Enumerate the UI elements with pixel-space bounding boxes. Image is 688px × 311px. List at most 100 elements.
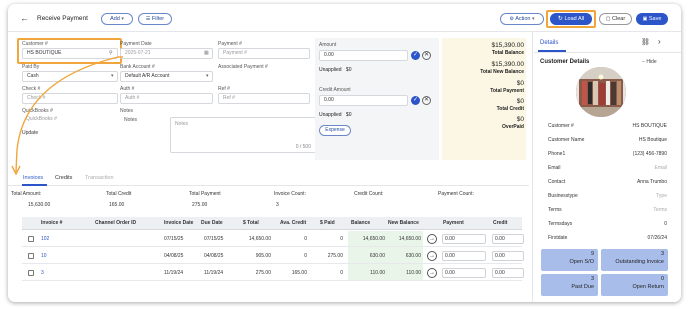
expense-button[interactable]: Expense	[319, 125, 351, 136]
add-label: Add	[110, 16, 120, 22]
tabs-bar	[8, 185, 529, 186]
summary-credit-count-label: Credit Count:	[354, 191, 384, 197]
cell-balance: 110.00	[370, 270, 385, 276]
cell-new-balance: 630.00	[405, 253, 421, 259]
hide-label: Hide	[646, 59, 657, 65]
check-label: Check #	[22, 86, 41, 92]
tab-invoices-underline	[22, 184, 47, 186]
cell-due-date: 11/19/24	[204, 270, 224, 276]
amount-input[interactable]: 0.00	[319, 50, 408, 61]
summary-invoice-count-value: 3	[276, 202, 279, 208]
unapplied-value: $0	[345, 67, 352, 73]
table-row[interactable]: 102 07/15/25 07/15/25 14,650.00 0 0 14,6…	[22, 231, 524, 247]
check-circle-icon[interactable]: ✓	[411, 51, 420, 60]
clear-icon: ▢	[605, 16, 611, 22]
chevron-right-icon[interactable]: ›	[658, 38, 661, 46]
page-title: Receive Payment	[37, 15, 88, 22]
cell-invoice[interactable]: 10	[41, 253, 47, 260]
filter-button[interactable]: ☰ Filter	[138, 13, 172, 25]
col-ava-credit: Ava. Credit	[280, 220, 307, 226]
stat-open-so[interactable]: 9 Open S/O	[541, 249, 598, 271]
update-button[interactable]: Update	[22, 130, 38, 137]
cancel-circle-icon[interactable]: ✕	[422, 96, 431, 105]
cell-invoice[interactable]: 102	[41, 236, 49, 243]
ref-label: Ref #	[218, 86, 230, 92]
auth-input[interactable]: Auth #	[120, 93, 213, 104]
quickbooks-label: QuickBooks #	[22, 108, 53, 114]
back-arrow-icon[interactable]: ←	[20, 13, 29, 23]
action-label: Action	[515, 16, 531, 22]
ref-input[interactable]: Ref #	[218, 93, 310, 104]
cell-invoice[interactable]: 3	[41, 270, 44, 277]
tab-invoices[interactable]: Invoices	[23, 175, 43, 182]
cell-paid: 0	[340, 270, 343, 276]
total-new-balance-value: $15,390.00	[491, 61, 524, 68]
stat-open-so-label: Open S/O	[569, 259, 594, 265]
credit-input[interactable]: 0.00	[492, 268, 524, 278]
action-button[interactable]: ⚙ Action ▾	[500, 13, 544, 25]
calendar-icon[interactable]: ▦	[204, 50, 209, 57]
quickbooks-input[interactable]: QuickBooks #	[22, 115, 118, 126]
auth-placeholder: Auth #	[125, 95, 140, 101]
check-placeholder: Check #	[27, 95, 46, 101]
clear-button[interactable]: ▢ Clear	[599, 13, 632, 25]
save-icon: ▣	[642, 16, 648, 22]
cell-total: 905.00	[255, 253, 271, 259]
add-button[interactable]: Add ▾	[101, 13, 133, 25]
stat-open-return[interactable]: 0 Open Return	[601, 274, 668, 296]
detail-termsdays-value: 0	[664, 221, 667, 227]
row-checkbox[interactable]	[28, 270, 34, 276]
apply-arrow-icon[interactable]: →	[427, 234, 437, 244]
associated-payment-label: Associated Payment #	[218, 64, 268, 70]
paid-by-select[interactable]: Cash	[22, 71, 118, 82]
col-due-date: Due Date	[201, 220, 223, 226]
credit-input[interactable]: 0.00	[492, 234, 524, 244]
save-button[interactable]: ▣ Save	[636, 13, 668, 25]
cell-ava-credit: 0	[304, 236, 307, 242]
payment-input[interactable]: 0.00	[442, 251, 486, 261]
row-checkbox[interactable]	[28, 236, 34, 242]
chevron-down-icon: ▾	[111, 73, 114, 79]
credit-amount-input[interactable]: 0.00	[319, 95, 408, 106]
payment-no-input[interactable]: Payment #	[218, 48, 310, 59]
search-icon[interactable]: ⚲	[109, 50, 113, 57]
notes-textarea[interactable]: Notes 0 / 500	[170, 117, 316, 153]
payment-input[interactable]: 0.00	[442, 234, 486, 244]
clear-label: Clear	[612, 16, 626, 22]
link-icon[interactable]: ⛓	[641, 39, 650, 46]
unapplied2-label: Unapplied $0	[319, 112, 351, 119]
cancel-circle-icon[interactable]: ✕	[422, 51, 431, 60]
bank-account-select[interactable]: Default A/R Account	[120, 71, 213, 82]
bank-account-value: Default A/R Account	[125, 73, 170, 79]
total-payment-label: Total Payment	[490, 88, 524, 94]
payment-date-input[interactable]: 2025-07-21	[120, 48, 213, 59]
detail-phone-label: Phone1	[548, 151, 566, 157]
apply-arrow-icon[interactable]: →	[427, 251, 437, 261]
row-checkbox[interactable]	[28, 253, 34, 259]
table-row[interactable]: 3 11/19/24 11/19/24 275.00 165.00 0 110.…	[22, 265, 524, 281]
customer-input[interactable]: HS BOUTIQUE	[22, 48, 118, 59]
filter-icon: ☰	[145, 16, 151, 22]
stat-past-due[interactable]: 3 Past Due	[541, 274, 598, 296]
tab-transaction[interactable]: Transaction	[85, 175, 114, 182]
stat-open-return-label: Open Return	[632, 284, 665, 290]
table-row[interactable]: 10 04/08/25 04/08/25 905.00 0 275.00 630…	[22, 248, 524, 264]
credit-input[interactable]: 0.00	[492, 251, 524, 261]
notes-placeholder: Notes	[175, 121, 189, 127]
apply-arrow-icon[interactable]: →	[427, 268, 437, 278]
payment-input[interactable]: 0.00	[442, 268, 486, 278]
credit-amount-label: Credit Amount	[319, 87, 351, 93]
tab-credits[interactable]: Credits	[55, 175, 72, 182]
detail-contact-label: Contact	[548, 179, 566, 185]
load-all-button[interactable]: ↻ Load All	[550, 13, 592, 25]
paid-by-label: Paid By	[22, 64, 40, 70]
stat-outstanding-invoice[interactable]: 3 Outstanding Invoice	[601, 249, 668, 271]
save-label: Save	[648, 16, 662, 22]
check-input[interactable]: Check #	[22, 93, 118, 104]
hide-toggle[interactable]: − Hide	[642, 59, 657, 66]
select-all-checkbox[interactable]	[28, 220, 34, 226]
details-tab[interactable]: Details	[540, 40, 558, 47]
detail-firstdate-value: 07/26/24	[647, 235, 667, 241]
check-circle-icon[interactable]: ✓	[411, 96, 420, 105]
detail-businesstype-value: Type	[656, 193, 667, 199]
